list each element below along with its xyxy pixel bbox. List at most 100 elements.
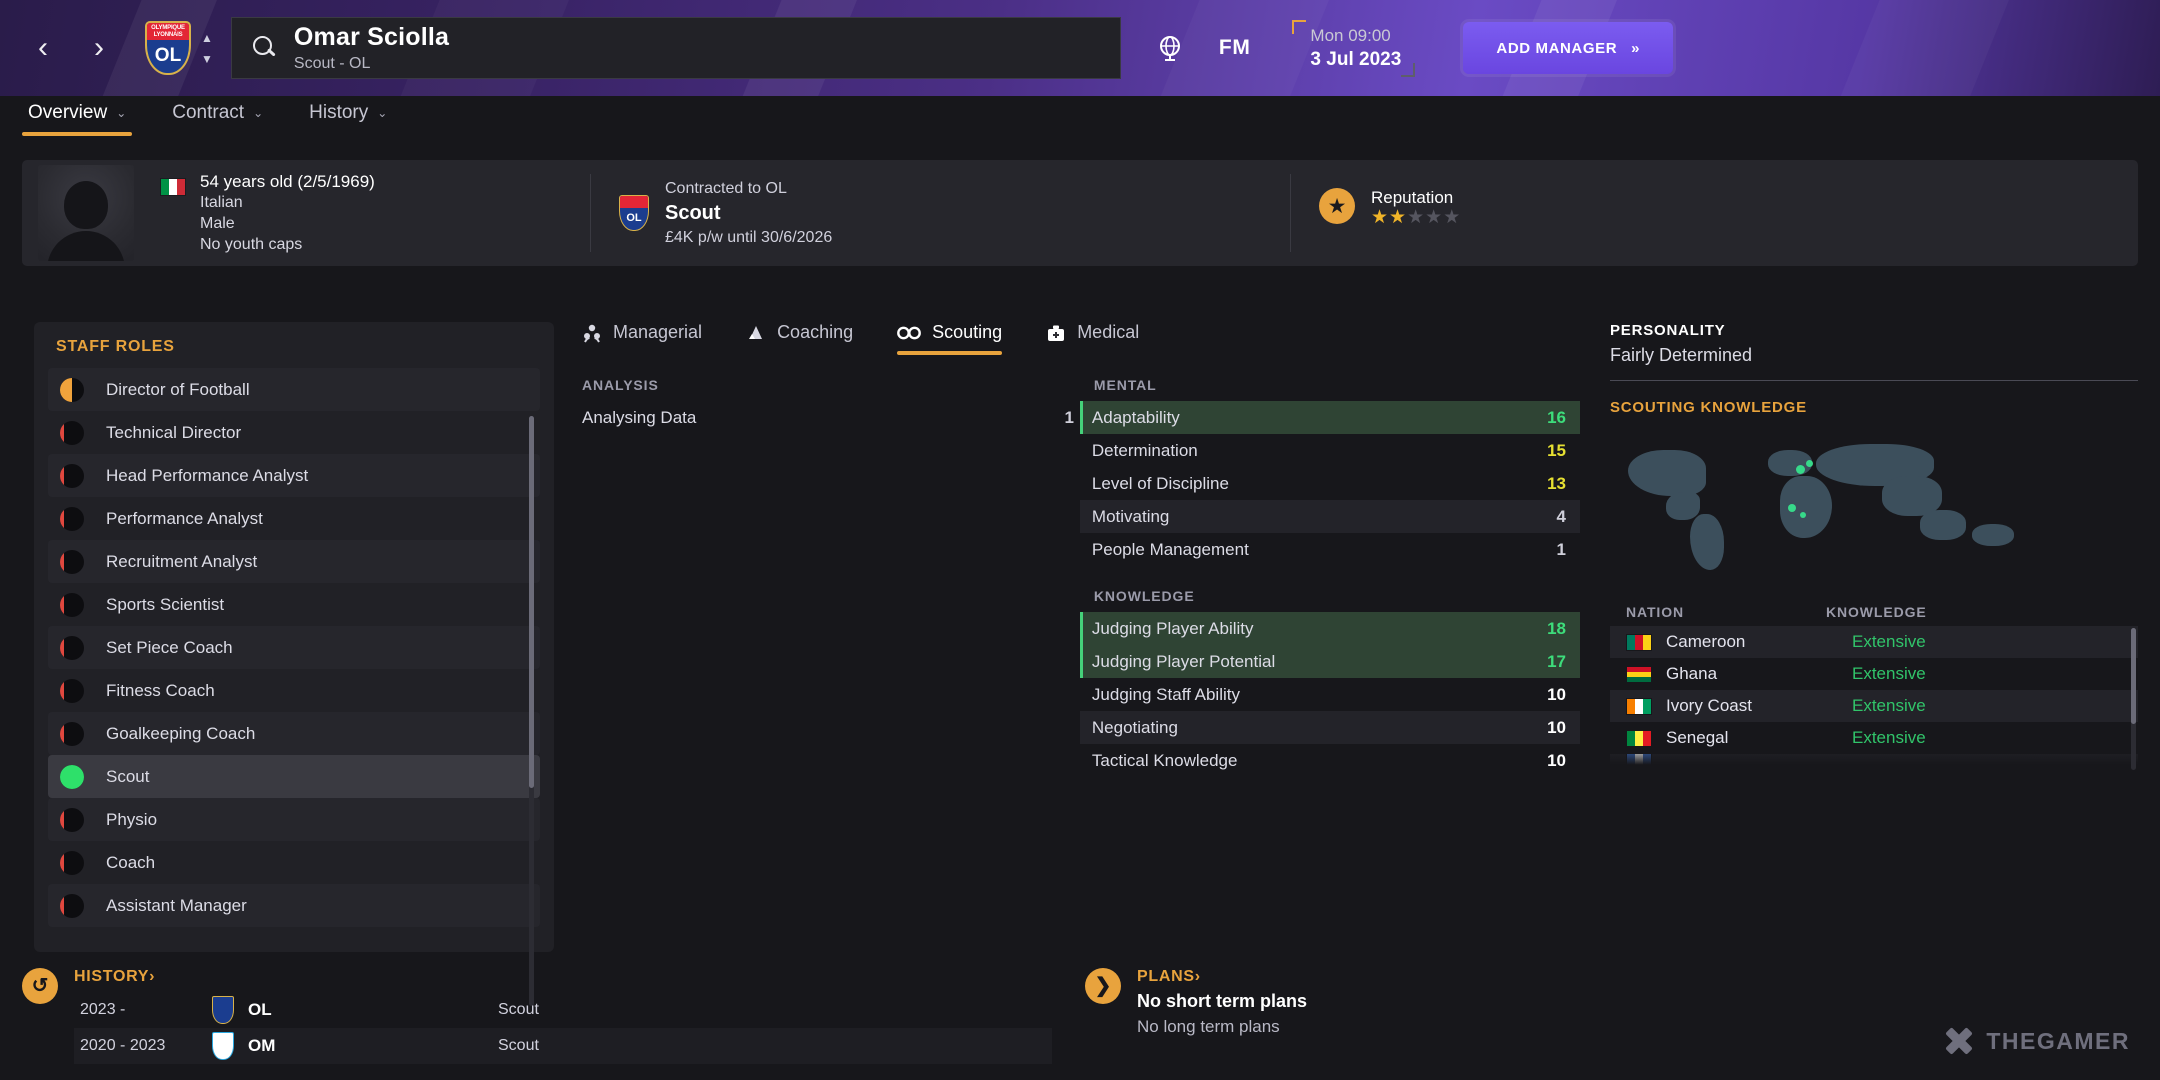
tab-overview[interactable]: Overview ⌄	[22, 96, 133, 136]
attribute-name: Judging Staff Ability	[1091, 684, 1240, 704]
nation-knowledge: Extensive	[1852, 728, 1926, 747]
search-icon	[252, 35, 278, 61]
analysis-group-title: ANALYSIS	[582, 377, 659, 393]
tab-history[interactable]: History ⌄	[303, 96, 393, 136]
cameroon-flag-icon	[1626, 633, 1652, 651]
search-subject-subtitle: Scout - OL	[293, 55, 371, 72]
reputation-block: ★ Reputation ★★★★★	[1290, 174, 1461, 252]
attribute-name: Motivating	[1091, 506, 1170, 526]
knowledge-column-header: KNOWLEDGE	[1826, 604, 1927, 620]
medical-bag-icon	[1048, 325, 1065, 341]
table-row[interactable]: 2023 - OL Scout	[74, 992, 1052, 1028]
chevron-down-icon[interactable]: ▼	[201, 52, 213, 66]
attribute-value: 10	[1547, 684, 1566, 704]
age-line: 54 years old (2/5/1969)	[200, 172, 375, 191]
sidebar-item-scout[interactable]: Scout	[48, 755, 540, 798]
date-corner-top-left	[1292, 19, 1307, 34]
sidebar-item-recruitment-analyst[interactable]: Recruitment Analyst	[48, 540, 540, 583]
plans-title[interactable]: PLANS›	[1137, 968, 1201, 985]
add-manager-label: ADD MANAGER	[1496, 39, 1618, 57]
tab-scouting[interactable]: Scouting	[897, 322, 1003, 355]
attribute-row: Judging Player Ability 18	[1079, 612, 1580, 645]
contract-club-label: Contracted to OL	[665, 179, 787, 197]
sidebar-item-head-performance-analyst[interactable]: Head Performance Analyst	[48, 454, 540, 497]
sidebar-item-set-piece-coach[interactable]: Set Piece Coach	[48, 626, 540, 669]
long-term-plans: No long term plans	[1137, 1017, 1280, 1036]
sidebar-item-sports-scientist[interactable]: Sports Scientist	[48, 583, 540, 626]
role-rating-icon	[60, 893, 84, 918]
table-row[interactable]: 2020 - 2023 OM Scout	[74, 1028, 1052, 1064]
analysis-column: ANALYSIS Analysing Data 1	[570, 377, 1080, 777]
crest-abbr: OL	[154, 45, 182, 66]
attribute-row: Determination 15	[1080, 434, 1580, 467]
history-rows: 2023 - OL Scout 2020 - 2023 OM Scout	[74, 992, 1052, 1064]
nation-name: Senegal	[1666, 728, 1729, 747]
senegal-flag-icon	[1626, 729, 1652, 747]
tab-managerial[interactable]: Managerial	[582, 322, 702, 355]
attribute-value: 4	[1556, 506, 1566, 526]
table-row[interactable]: Senegal Extensive	[1610, 722, 2138, 754]
club-crest-icon[interactable]: OLYMPIQUE LYONNAIS OL	[144, 20, 192, 76]
search-bar[interactable]: Omar Sciolla Scout - OL	[230, 17, 1121, 79]
role-rating-icon	[60, 592, 84, 617]
tab-history-label: History	[309, 102, 369, 123]
crest-top-line1: OLYMPIQUE	[151, 25, 185, 31]
current-time: Mon 09:00	[1310, 25, 1391, 45]
scouting-knowledge-panel: PERSONALITY Fairly Determined SCOUTING K…	[1610, 322, 2138, 952]
add-manager-button[interactable]: ADD MANAGER »	[1463, 22, 1674, 74]
forward-arrow-icon[interactable]: ›	[84, 28, 114, 68]
role-label: Coach	[106, 852, 156, 872]
sidebar-item-goalkeeping-coach[interactable]: Goalkeeping Coach	[48, 712, 540, 755]
reputation-label: Reputation	[1371, 188, 1454, 207]
attribute-name: Judging Player Potential	[1091, 651, 1276, 671]
sidebar-item-assistant-manager[interactable]: Assistant Manager	[48, 884, 540, 927]
back-arrow-icon[interactable]: ‹	[28, 28, 58, 68]
history-title[interactable]: HISTORY›	[74, 968, 155, 985]
short-term-plans: No short term plans	[1137, 991, 1308, 1011]
history-header: ↺ HISTORY› 2023 - OL Scout 2020 - 2023 O…	[22, 968, 1052, 1064]
role-rating-icon	[60, 635, 84, 660]
sidebar-item-coach[interactable]: Coach	[48, 841, 540, 884]
history-role: Scout	[498, 1001, 539, 1018]
table-row[interactable]: Ghana Extensive	[1610, 658, 2138, 690]
globe-icon[interactable]	[1155, 33, 1185, 63]
table-row[interactable]: Ivory Coast Extensive	[1610, 690, 2138, 722]
managerial-icon	[584, 324, 600, 342]
watermark: THEGAMER	[1944, 1026, 2130, 1056]
scouting-knowledge-title: SCOUTING KNOWLEDGE	[1610, 399, 1807, 416]
thegamer-logo-icon	[1944, 1026, 1974, 1056]
role-rating-icon	[60, 506, 84, 531]
history-club: OL	[248, 1000, 272, 1019]
attribute-row: Negotiating 10	[1079, 711, 1580, 744]
attribute-name: Judging Player Ability	[1091, 618, 1254, 638]
history-title-text: HISTORY	[74, 968, 150, 985]
chevron-right-icon: ›	[149, 968, 156, 985]
sidebar-item-physio[interactable]: Physio	[48, 798, 540, 841]
chevron-up-icon[interactable]: ▲	[201, 31, 213, 45]
tab-coaching[interactable]: Coaching	[746, 322, 853, 355]
history-role: Scout	[498, 1037, 539, 1054]
sidebar-scrollbar-thumb[interactable]	[529, 416, 534, 788]
sidebar-item-technical-director[interactable]: Technical Director	[48, 411, 540, 454]
role-rating-icon	[60, 463, 84, 488]
role-label: Recruitment Analyst	[106, 551, 258, 571]
attribute-value: 15	[1547, 440, 1566, 460]
club-switcher[interactable]: ▲ ▼	[201, 31, 213, 66]
sidebar-item-director-of-football[interactable]: Director of Football	[48, 368, 540, 411]
crest-top-line2: LYONNAIS	[153, 32, 183, 38]
table-row-partial[interactable]	[1610, 754, 2138, 768]
sidebar-item-performance-analyst[interactable]: Performance Analyst	[48, 497, 540, 540]
chevron-down-icon: ⌄	[377, 106, 388, 120]
tab-medical-label: Medical	[1077, 322, 1140, 342]
nation-scrollbar-thumb[interactable]	[2131, 628, 2136, 724]
tab-contract[interactable]: Contract ⌄	[166, 96, 269, 136]
nation-knowledge-list: Cameroon Extensive Ghana Extensive Ivory…	[1610, 626, 2138, 770]
plans-icon: ❯	[1085, 968, 1121, 1004]
attribute-row: People Management 1	[1080, 533, 1580, 566]
sidebar-item-fitness-coach[interactable]: Fitness Coach	[48, 669, 540, 712]
tab-medical[interactable]: Medical	[1046, 322, 1139, 355]
page-subtabs: Overview ⌄ Contract ⌄ History ⌄	[22, 96, 393, 136]
date-display[interactable]: Mon 09:00 3 Jul 2023	[1292, 19, 1416, 77]
table-row[interactable]: Cameroon Extensive	[1610, 626, 2138, 658]
fm-logo[interactable]: FM	[1219, 36, 1251, 60]
